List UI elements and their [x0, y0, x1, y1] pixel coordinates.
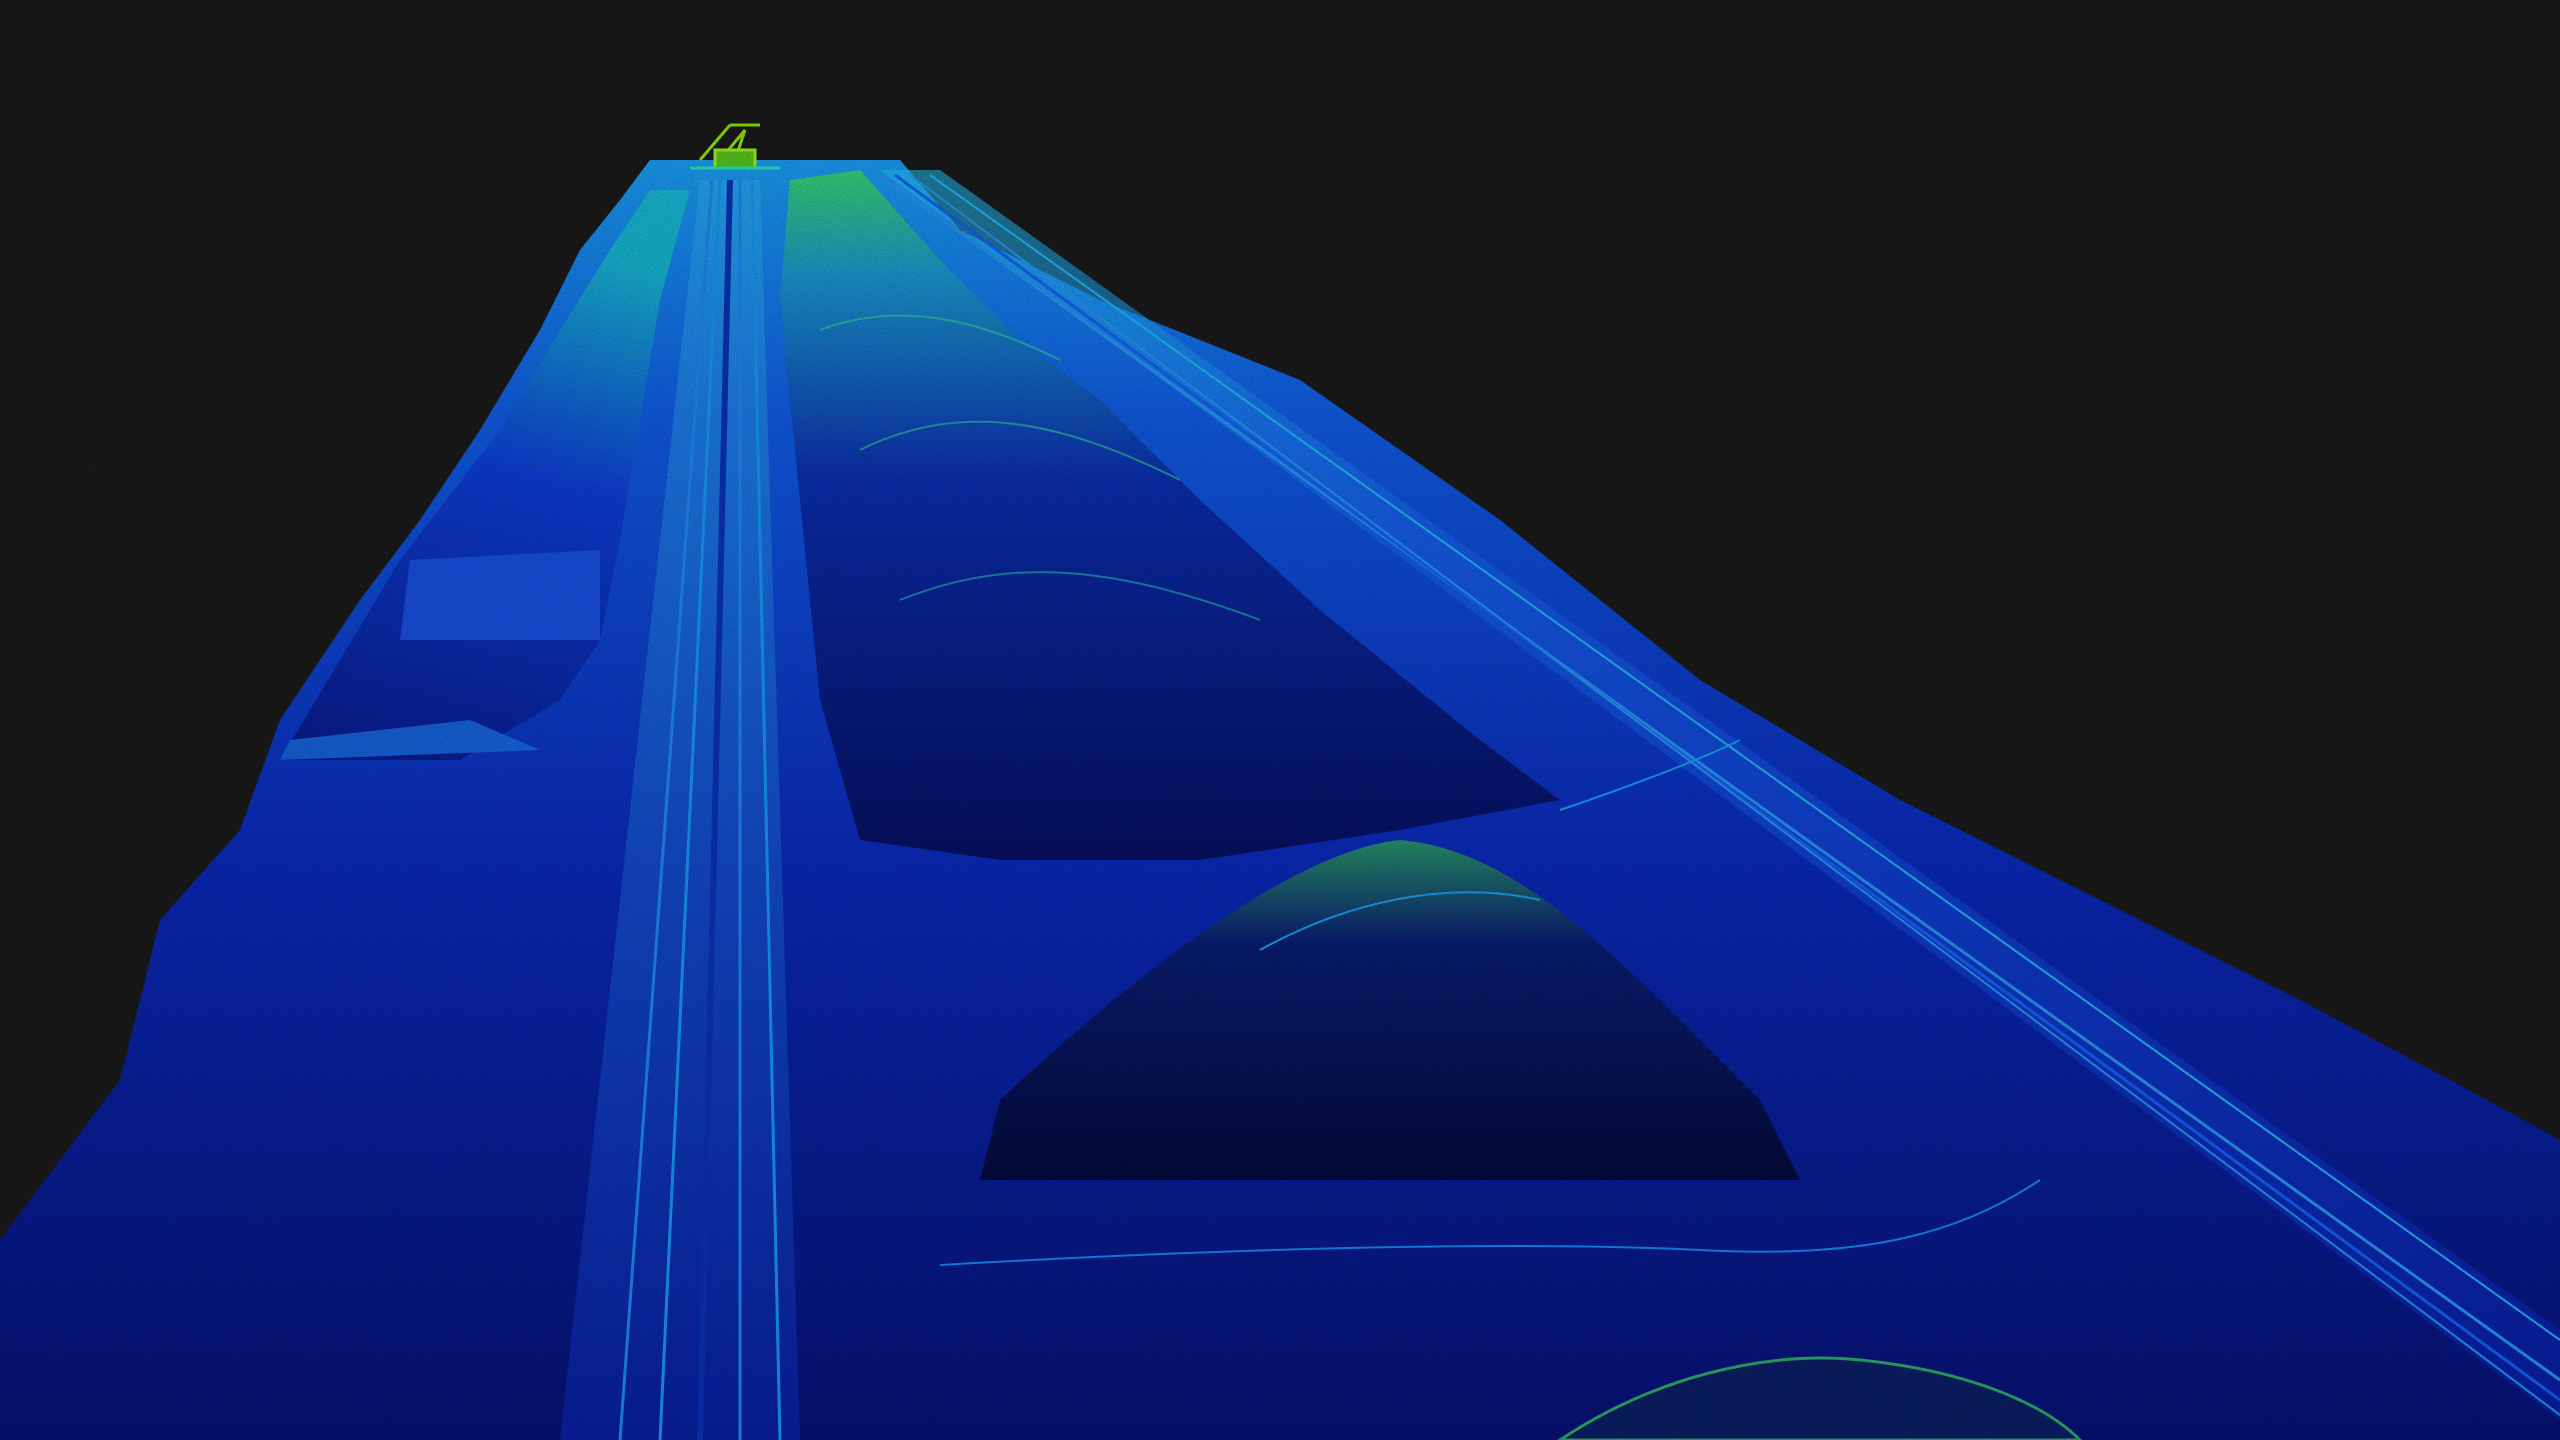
- point-cloud-viewport[interactable]: [0, 0, 2560, 1440]
- point-noise-overlay: [0, 0, 2560, 1440]
